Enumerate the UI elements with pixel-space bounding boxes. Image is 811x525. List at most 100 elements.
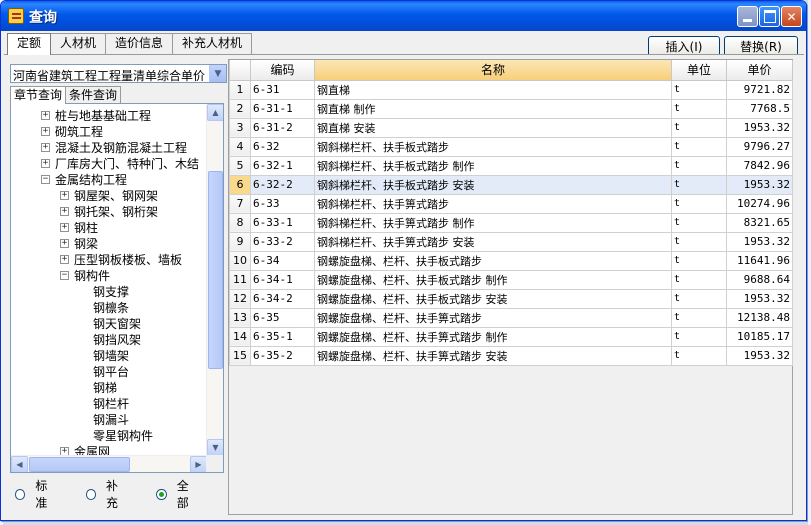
tree-node[interactable]: + 钢梁 [11, 236, 207, 252]
row-number-cell[interactable]: 5 [229, 155, 251, 176]
scroll-down-icon[interactable]: ▼ [207, 439, 223, 456]
table-row[interactable]: 14 6-35-1 钢螺旋盘梯、栏杆、扶手箅式踏步 制作 t 10185.17 [229, 326, 793, 347]
price-cell[interactable]: 8321.65 [726, 212, 793, 233]
tree-node[interactable]: + 混凝土及钢筋混凝土工程 [11, 140, 207, 156]
code-cell[interactable]: 6-34-1 [250, 269, 315, 290]
price-cell[interactable]: 11641.96 [726, 250, 793, 271]
tab-labor-material-machine[interactable]: 人材机 [50, 33, 107, 54]
tab-chapter-query[interactable]: 章节查询 [10, 86, 67, 104]
name-cell[interactable]: 钢螺旋盘梯、栏杆、扶手箅式踏步 [314, 307, 672, 328]
row-number-cell[interactable]: 1 [229, 79, 251, 100]
tree-node[interactable]: + 砌筑工程 [11, 124, 207, 140]
radio-circle[interactable] [85, 488, 97, 500]
table-row[interactable]: 7 6-33 钢斜梯栏杆、扶手箅式踏步 t 10274.96 [229, 193, 793, 214]
scroll-up-icon[interactable]: ▲ [207, 104, 223, 121]
name-cell[interactable]: 钢斜梯栏杆、扶手箅式踏步 制作 [314, 212, 672, 233]
scroll-right-icon[interactable]: ▶ [190, 456, 207, 472]
tree-node[interactable]: + 钢托架、钢桁架 [11, 204, 207, 220]
row-number-cell[interactable]: 8 [229, 212, 251, 233]
tree-node[interactable]: + 厂库房大门、特种门、木结 [11, 156, 207, 172]
code-cell[interactable]: 6-31-2 [250, 117, 315, 138]
row-number-cell[interactable]: 11 [229, 269, 251, 290]
table-row[interactable]: 13 6-35 钢螺旋盘梯、栏杆、扶手箅式踏步 t 12138.48 [229, 307, 793, 328]
row-number-cell[interactable]: 3 [229, 117, 251, 138]
tab-quota[interactable]: 定额 [7, 33, 52, 55]
expand-icon[interactable]: + [41, 159, 50, 168]
table-row[interactable]: 15 6-35-2 钢螺旋盘梯、栏杆、扶手箅式踏步 安装 t 1953.32 [229, 345, 793, 366]
radio-standard[interactable]: 标准 [15, 477, 58, 511]
price-cell[interactable]: 10274.96 [726, 193, 793, 214]
table-row[interactable]: 2 6-31-1 钢直梯 制作 t 7768.5 [229, 98, 793, 119]
price-cell[interactable]: 1953.32 [726, 288, 793, 309]
unit-cell[interactable]: t [671, 174, 727, 195]
tree-node[interactable]: + 桩与地基基础工程 [11, 108, 207, 124]
name-cell[interactable]: 钢斜梯栏杆、扶手板式踏步 安装 [314, 174, 672, 195]
price-cell[interactable]: 1953.32 [726, 174, 793, 195]
tree-node[interactable]: 钢挡风架 [11, 332, 207, 348]
table-row[interactable]: 10 6-34 钢螺旋盘梯、栏杆、扶手板式踏步 t 11641.96 [229, 250, 793, 271]
unit-cell[interactable]: t [671, 269, 727, 290]
tree-node[interactable]: 钢平台 [11, 364, 207, 380]
name-cell[interactable]: 钢螺旋盘梯、栏杆、扶手箅式踏步 制作 [314, 326, 672, 347]
column-header-unit[interactable]: 单位 [671, 60, 727, 81]
code-cell[interactable]: 6-32-1 [250, 155, 315, 176]
price-cell[interactable]: 7842.96 [726, 155, 793, 176]
tree-node[interactable]: + 钢屋架、钢网架 [11, 188, 207, 204]
tree-node[interactable]: 钢梯 [11, 380, 207, 396]
unit-cell[interactable]: t [671, 250, 727, 271]
chevron-down-icon[interactable]: ▼ [209, 65, 226, 82]
price-cell[interactable]: 1953.32 [726, 345, 793, 366]
row-number-cell[interactable]: 6 [229, 174, 251, 195]
table-row[interactable]: 12 6-34-2 钢螺旋盘梯、栏杆、扶手板式踏步 安装 t 1953.32 [229, 288, 793, 309]
table-row[interactable]: 4 6-32 钢斜梯栏杆、扶手板式踏步 t 9796.27 [229, 136, 793, 157]
tree-node[interactable]: − 金属结构工程 [11, 172, 207, 188]
tree-node[interactable]: 钢栏杆 [11, 396, 207, 412]
name-cell[interactable]: 钢螺旋盘梯、栏杆、扶手板式踏步 制作 [314, 269, 672, 290]
tab-supplementary-lmm[interactable]: 补充人材机 [172, 33, 253, 54]
unit-cell[interactable]: t [671, 98, 727, 119]
tab-price-info[interactable]: 造价信息 [105, 33, 174, 54]
row-number-cell[interactable]: 10 [229, 250, 251, 271]
tree-node[interactable]: + 钢柱 [11, 220, 207, 236]
table-row[interactable]: 9 6-33-2 钢斜梯栏杆、扶手箅式踏步 安装 t 1953.32 [229, 231, 793, 252]
row-number-cell[interactable]: 7 [229, 193, 251, 214]
tree-node[interactable]: + 压型钢板楼板、墙板 [11, 252, 207, 268]
radio-all[interactable]: 全部 [156, 477, 199, 511]
expand-icon[interactable]: + [41, 143, 50, 152]
expand-icon[interactable]: + [60, 207, 69, 216]
expand-icon[interactable]: + [60, 255, 69, 264]
row-number-cell[interactable]: 12 [229, 288, 251, 309]
name-cell[interactable]: 钢直梯 安装 [314, 117, 672, 138]
unit-cell[interactable]: t [671, 155, 727, 176]
tree-node[interactable]: 钢墙架 [11, 348, 207, 364]
price-cell[interactable]: 7768.5 [726, 98, 793, 119]
table-row[interactable]: 5 6-32-1 钢斜梯栏杆、扶手板式踏步 制作 t 7842.96 [229, 155, 793, 176]
tree-node[interactable]: − 钢构件 [11, 268, 207, 284]
code-cell[interactable]: 6-33-2 [250, 231, 315, 252]
name-cell[interactable]: 钢直梯 制作 [314, 98, 672, 119]
tree-node[interactable]: 钢漏斗 [11, 412, 207, 428]
name-cell[interactable]: 钢斜梯栏杆、扶手板式踏步 [314, 136, 672, 157]
code-cell[interactable]: 6-34 [250, 250, 315, 271]
column-header-index[interactable] [229, 60, 251, 81]
scroll-left-icon[interactable]: ◀ [11, 456, 28, 472]
title-bar[interactable]: 查询 ✕ [1, 1, 806, 31]
row-number-cell[interactable]: 4 [229, 136, 251, 157]
unit-cell[interactable]: t [671, 193, 727, 214]
expand-icon[interactable]: + [60, 223, 69, 232]
row-number-cell[interactable]: 13 [229, 307, 251, 328]
tree-horizontal-scrollbar[interactable]: ◀ ▶ [11, 455, 207, 472]
unit-cell[interactable]: t [671, 117, 727, 138]
expand-icon[interactable]: + [60, 239, 69, 248]
row-number-cell[interactable]: 14 [229, 326, 251, 347]
code-cell[interactable]: 6-34-2 [250, 288, 315, 309]
horizontal-scroll-thumb[interactable] [29, 457, 130, 472]
tree-node[interactable]: 钢檩条 [11, 300, 207, 316]
tree-node[interactable]: 钢支撑 [11, 284, 207, 300]
expand-icon[interactable]: + [60, 191, 69, 200]
code-cell[interactable]: 6-32 [250, 136, 315, 157]
code-cell[interactable]: 6-33-1 [250, 212, 315, 233]
tree-node[interactable]: 零星钢构件 [11, 428, 207, 444]
scroll-thumb[interactable] [208, 171, 223, 369]
price-cell[interactable]: 1953.32 [726, 231, 793, 252]
